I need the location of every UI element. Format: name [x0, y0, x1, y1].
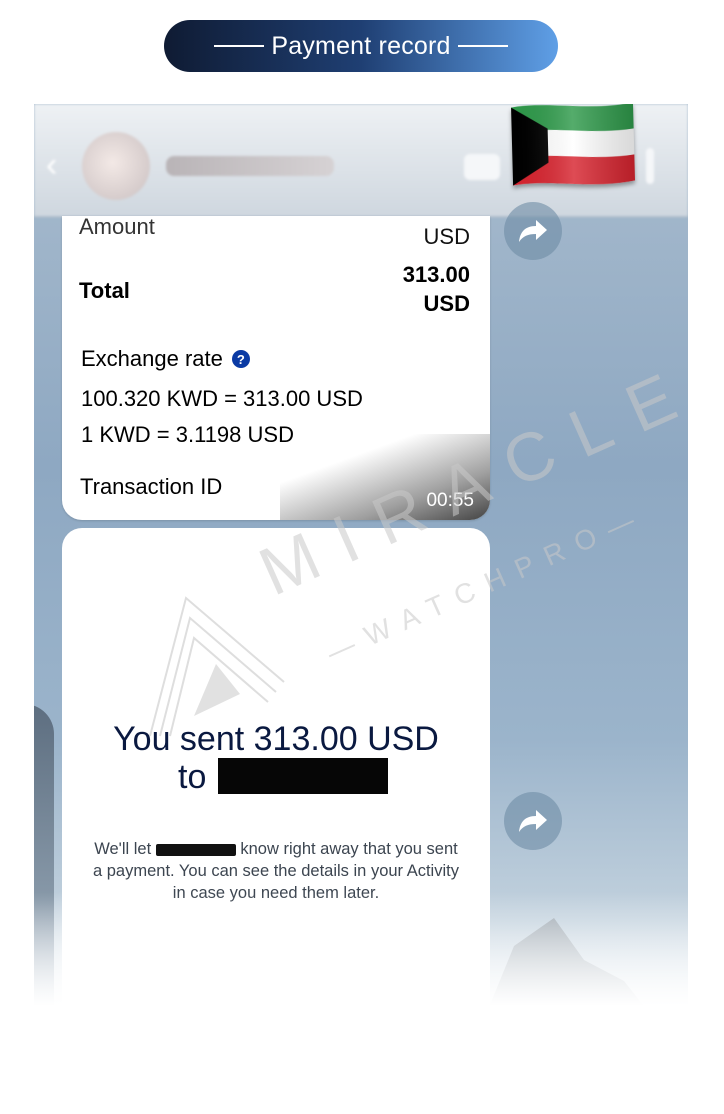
- total-value: 313.00 USD: [403, 260, 470, 318]
- banner-title: Payment record: [271, 31, 451, 60]
- redacted-recipient-name: [218, 758, 388, 794]
- payment-detail-card: Amount USD Total 313.00 USD Exchange rat…: [62, 216, 490, 520]
- message-timestamp: 00:55: [426, 490, 474, 511]
- forward-button-top[interactable]: [504, 202, 562, 260]
- transaction-id-label: Transaction ID: [80, 474, 223, 499]
- more-menu-icon[interactable]: [646, 148, 654, 184]
- amount-label: Amount: [79, 216, 155, 239]
- share-arrow-icon: [519, 810, 547, 832]
- banner-right-line: [457, 45, 508, 47]
- banner-left-line: [214, 45, 265, 47]
- total-amount: 313.00: [402, 262, 470, 287]
- recipient-prefix: to: [178, 758, 207, 796]
- forward-button-bottom[interactable]: [504, 792, 562, 850]
- chat-screenshot: ‹ Amount USD Total 313.00 USD Exchange r…: [34, 104, 688, 1012]
- total-currency: USD: [423, 291, 470, 316]
- back-chevron-icon[interactable]: ‹: [46, 146, 57, 185]
- total-label: Total: [79, 278, 130, 303]
- contact-avatar[interactable]: [82, 132, 150, 200]
- sent-amount-text: You sent 313.00 USD: [113, 720, 439, 758]
- kuwait-flag-icon: [511, 104, 635, 186]
- exchange-rate-label: Exchange rate: [81, 346, 223, 371]
- video-call-icon[interactable]: [464, 154, 500, 180]
- share-arrow-icon: [519, 220, 547, 242]
- screen-bottom-fade: [34, 892, 688, 1012]
- exchange-conversion: 100.320 KWD = 313.00 USD: [81, 386, 363, 411]
- amount-currency: USD: [423, 224, 470, 249]
- contact-name-blurred[interactable]: [166, 156, 334, 176]
- exchange-unit-rate: 1 KWD = 3.1198 USD: [81, 422, 294, 447]
- question-circle-icon[interactable]: ?: [231, 350, 250, 368]
- exchange-rate-row: Exchange rate ?: [81, 346, 250, 372]
- payment-record-banner: Payment record: [164, 20, 558, 72]
- message-prefix: We'll let: [94, 840, 152, 858]
- redacted-name-inline: [155, 843, 236, 856]
